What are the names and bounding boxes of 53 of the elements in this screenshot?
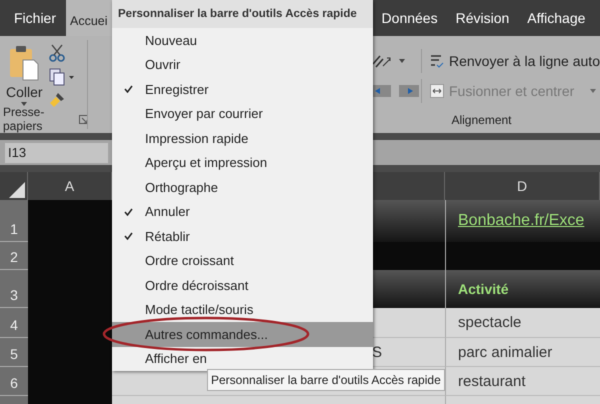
row-header[interactable]: 4 (0, 308, 28, 338)
wrap-text-icon (430, 53, 444, 69)
table-cell: S (370, 338, 445, 367)
ribbon-tab[interactable]: Accuei (66, 0, 112, 36)
triangle-icon (9, 182, 25, 198)
name-box[interactable]: I13 (5, 142, 108, 162)
column-header[interactable]: D (445, 172, 600, 200)
select-all-corner[interactable] (0, 172, 28, 200)
caret-icon (21, 102, 28, 106)
menu-item[interactable]: Nouveau (112, 28, 373, 52)
decrease-indent-icon[interactable] (371, 85, 391, 97)
column-header[interactable]: A (28, 172, 112, 200)
wrap-text-button[interactable]: Renvoyer à la ligne auto (430, 53, 600, 69)
caret-icon[interactable] (399, 59, 405, 63)
ribbon-tab[interactable]: Affichage (519, 0, 594, 36)
ribbon-tab[interactable]: Fichier (4, 0, 66, 36)
menu-item[interactable]: Ouvrir (112, 52, 373, 77)
menu-item[interactable]: Aperçu et impression (112, 150, 373, 175)
row-header[interactable]: 2 (0, 242, 28, 270)
ribbon-tab[interactable]: Données (374, 0, 446, 36)
menu-title: Personnaliser la barre d'outils Accès rapide (112, 0, 373, 28)
menu-item[interactable]: Ordre décroissant (112, 273, 373, 298)
link[interactable]: Bonbache.fr/Exce (458, 212, 584, 230)
menu-item[interactable]: Orthographe (112, 175, 373, 200)
table-cell: spectacle (458, 314, 522, 331)
menu-item[interactable]: Envoyer par courrier (112, 102, 373, 126)
menu-item[interactable]: Ordre croissant (112, 248, 373, 273)
merge-cells-icon (430, 84, 444, 98)
copy-icon[interactable] (48, 68, 75, 86)
menu-item[interactable]: Mode tactile/souris (112, 298, 373, 322)
row-header[interactable]: 3 (0, 270, 28, 308)
paste-button[interactable]: Coller (0, 40, 49, 108)
column-header[interactable] (370, 172, 445, 200)
table-cell: parc animalier (458, 344, 552, 360)
table-cell: restaurant (458, 372, 526, 390)
ribbon-tab[interactable]: Révision (448, 0, 518, 36)
row-header[interactable]: 1 (0, 200, 28, 242)
menu-item[interactable]: Annuler (112, 200, 373, 224)
menu-item[interactable]: Rétablir (112, 224, 373, 248)
caret-icon[interactable] (590, 89, 596, 93)
row-header[interactable]: 6 (0, 367, 28, 396)
group-label: Presse-papiers (3, 105, 46, 133)
row-header[interactable]: 5 (0, 338, 28, 367)
menu-item[interactable]: Enregistrer (112, 77, 373, 102)
brush-icon[interactable] (48, 92, 65, 108)
group-label: Alignement (451, 113, 512, 127)
menu-item[interactable]: Impression rapide (112, 126, 373, 150)
clipboard-icon (9, 44, 40, 82)
dialog-launcher-icon[interactable] (78, 114, 87, 124)
menu-item[interactable]: Autres commandes... (112, 322, 373, 346)
scissors-icon[interactable] (48, 44, 65, 62)
column-heading: Activité (458, 281, 509, 297)
tooltip: Personnaliser la barre d'outils Accès rapide (207, 369, 445, 391)
